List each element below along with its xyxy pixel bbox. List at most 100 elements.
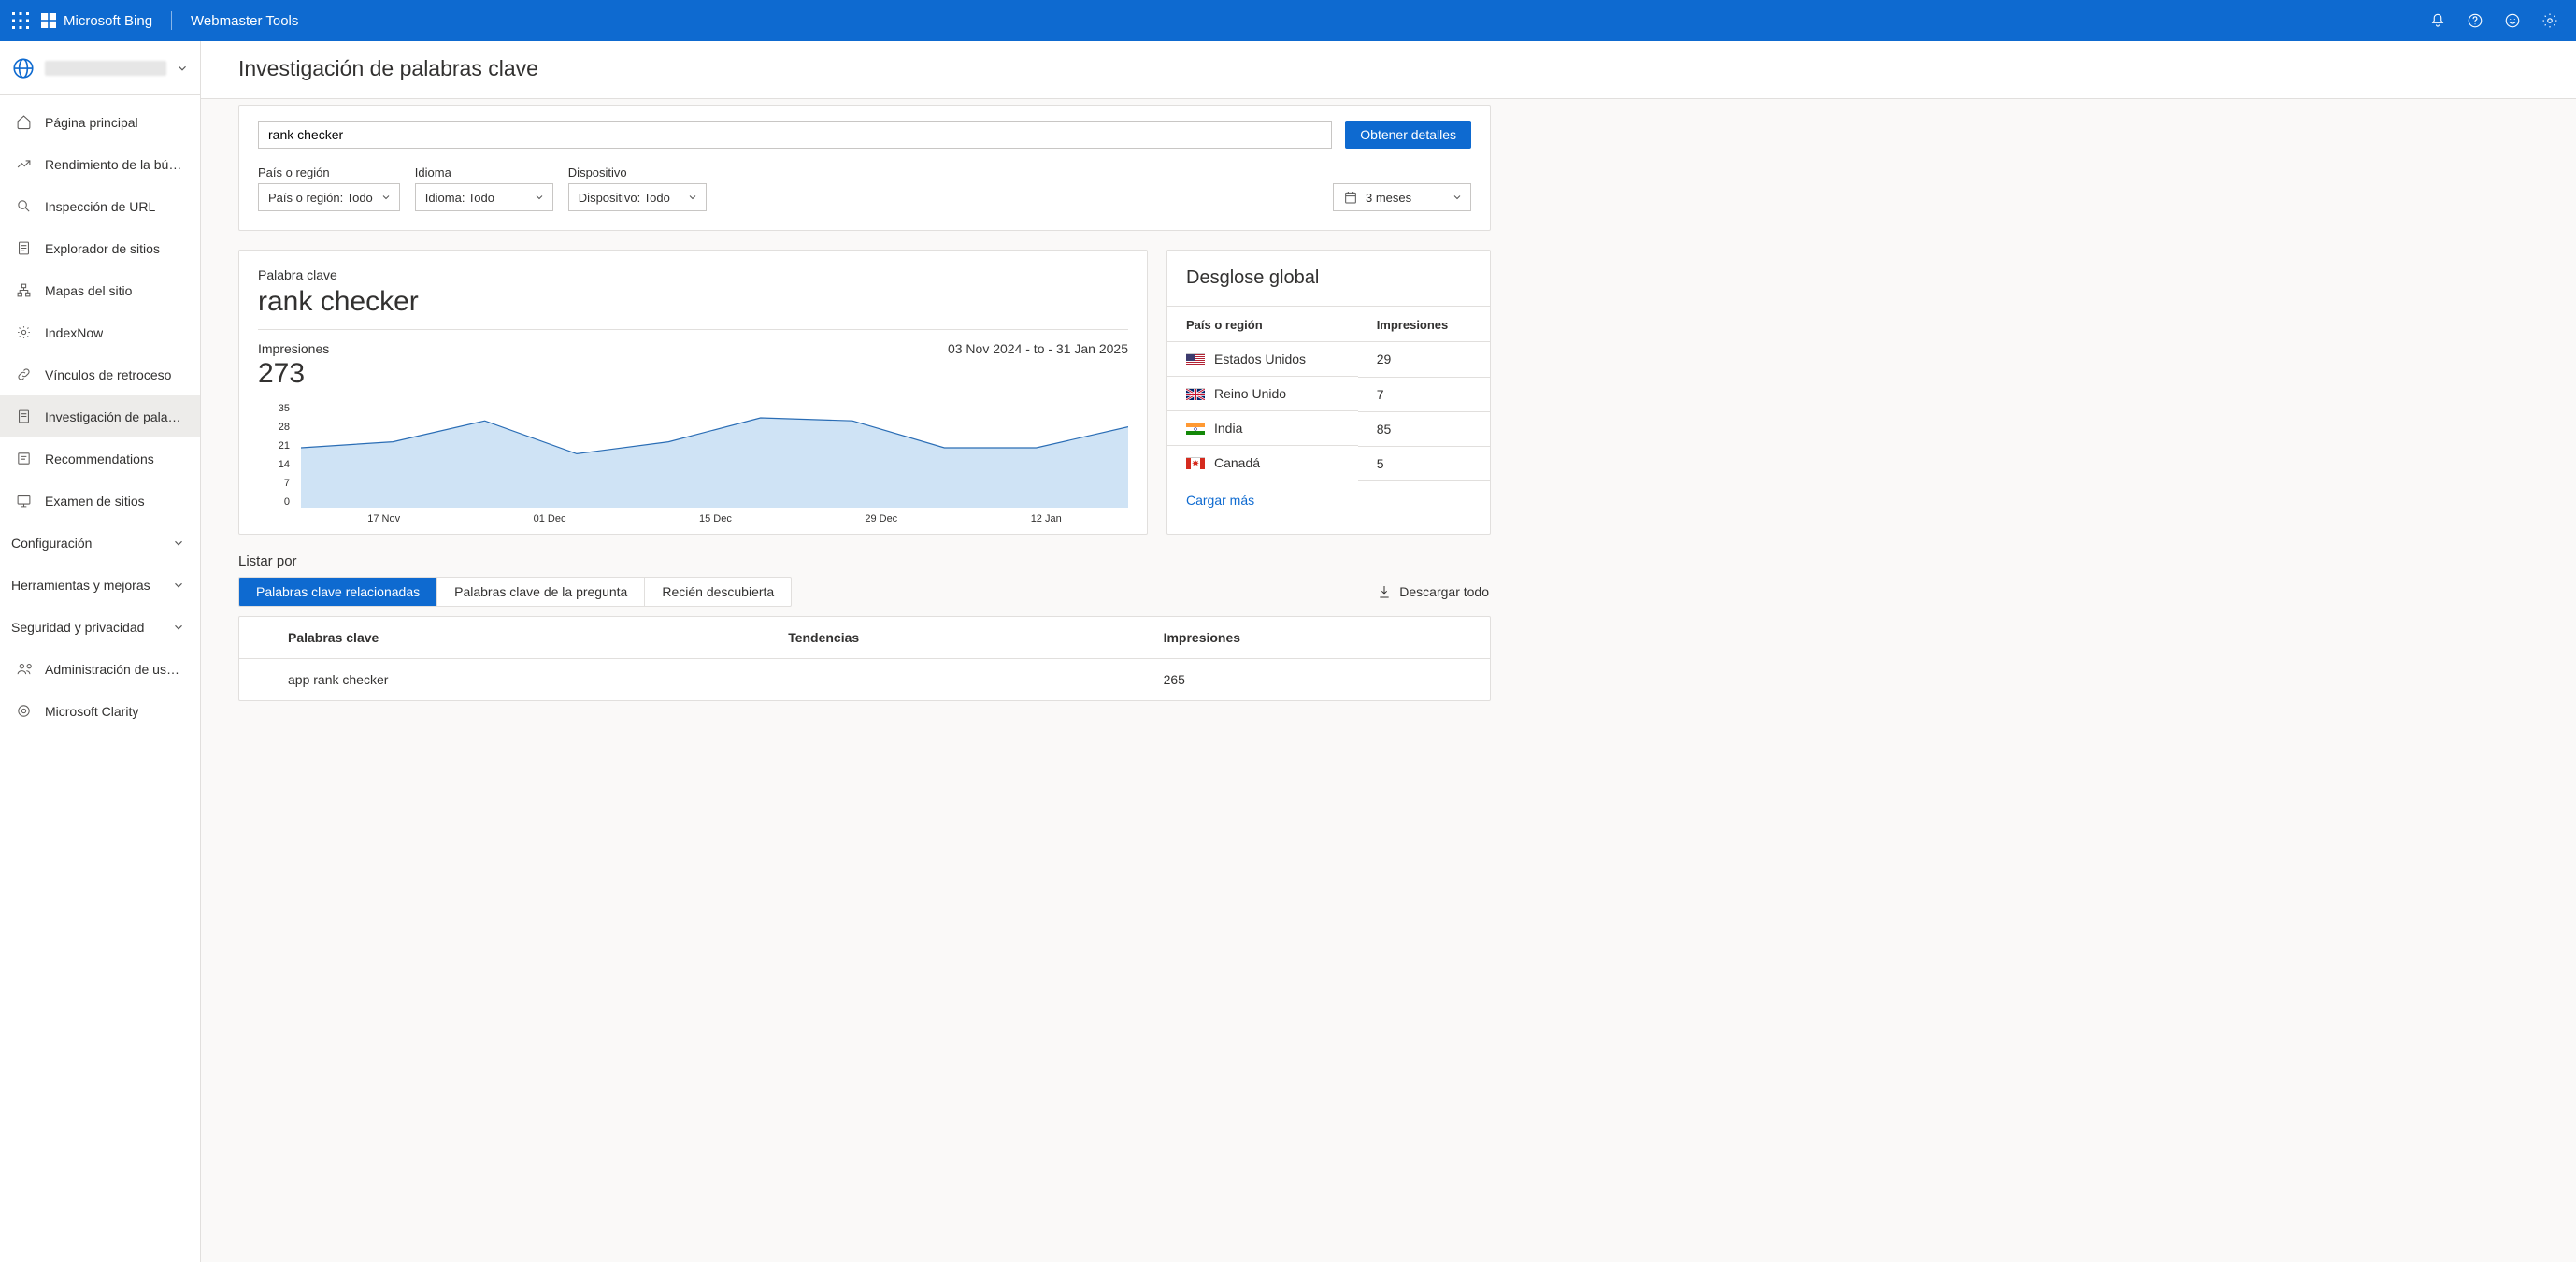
nav-indexnow[interactable]: IndexNow — [0, 311, 200, 353]
country-filter-label: País o región — [258, 165, 400, 179]
global-row[interactable]: Reino Unido 7 — [1167, 377, 1490, 411]
brand-text-1: Microsoft Bing — [64, 13, 152, 29]
users-icon — [15, 661, 32, 678]
country-filter[interactable]: País o región: Todo — [258, 183, 400, 211]
nav-section-tools[interactable]: Herramientas y mejoras — [0, 564, 200, 606]
keyword-row[interactable]: app rank checker265 — [239, 659, 1490, 701]
kw-col-header: Palabras clave — [239, 617, 739, 659]
nav-site-explorer[interactable]: Explorador de sitios — [0, 227, 200, 269]
brand-text-2: Webmaster Tools — [191, 13, 298, 29]
device-filter-label: Dispositivo — [568, 165, 707, 179]
nav-section-security[interactable]: Seguridad y privacidad — [0, 606, 200, 648]
chevron-down-icon — [172, 579, 185, 592]
nav-url-inspection[interactable]: Inspección de URL — [0, 185, 200, 227]
sidebar: Página principal Rendimiento de la búsqu… — [0, 41, 201, 1262]
help-button[interactable] — [2456, 0, 2494, 41]
country-impressions: 29 — [1358, 342, 1490, 378]
notifications-button[interactable] — [2419, 0, 2456, 41]
tab-question[interactable]: Palabras clave de la pregunta — [437, 578, 645, 606]
nav-label: Investigación de palabras … — [45, 409, 185, 424]
microsoft-logo-icon — [41, 13, 56, 28]
nav-label: Examen de sitios — [45, 494, 145, 509]
list-by-label: Listar por — [238, 553, 297, 569]
country-name: India — [1214, 421, 1242, 436]
global-impr-header: Impresiones — [1358, 307, 1490, 342]
country-impressions: 7 — [1358, 377, 1490, 411]
settings-button[interactable] — [2531, 0, 2569, 41]
gear-icon — [2541, 12, 2558, 29]
nav-section-label: Configuración — [11, 536, 92, 551]
site-url-redacted — [45, 61, 166, 76]
keyword-list-card: Palabras clave Tendencias Impresiones ap… — [238, 616, 1491, 701]
global-title: Desglose global — [1167, 251, 1490, 307]
chevron-down-icon — [380, 192, 392, 203]
trending-up-icon — [15, 156, 32, 173]
keyword-input[interactable] — [258, 121, 1332, 149]
nav-backlinks[interactable]: Vínculos de retroceso — [0, 353, 200, 395]
bell-icon — [2429, 12, 2446, 29]
download-all-button[interactable]: Descargar todo — [1377, 584, 1489, 599]
keyword-label: Palabra clave — [258, 267, 1128, 282]
feedback-button[interactable] — [2494, 0, 2531, 41]
list-tabs: Palabras clave relacionadas Palabras cla… — [238, 577, 792, 607]
trend-cell — [739, 659, 1114, 701]
flag-icon — [1186, 423, 1205, 434]
monitor-icon — [15, 493, 32, 509]
global-breakdown-card: Desglose global País o región Impresione… — [1166, 250, 1491, 535]
calendar-icon — [1343, 190, 1358, 205]
nav-label: Administración de usuarios — [45, 662, 185, 677]
page-header: Investigación de palabras clave — [201, 41, 2576, 99]
nav-sitemaps[interactable]: Mapas del sitio — [0, 269, 200, 311]
country-name: Reino Unido — [1214, 386, 1286, 401]
chevron-down-icon — [176, 62, 189, 75]
download-icon — [1377, 584, 1392, 599]
impressions-chart: 3528211470 17 Nov01 Dec15 Dec29 Dec12 Ja… — [258, 403, 1128, 524]
impr-col-header: Impresiones — [1115, 617, 1490, 659]
nav-site-scan[interactable]: Examen de sitios — [0, 480, 200, 522]
language-filter[interactable]: Idioma: Todo — [415, 183, 553, 211]
get-details-button[interactable]: Obtener detalles — [1345, 121, 1471, 149]
nav-section-config[interactable]: Configuración — [0, 522, 200, 564]
nav-label: Inspección de URL — [45, 199, 155, 214]
clarity-icon — [15, 703, 32, 720]
impressions-label: Impresiones — [258, 341, 329, 356]
nav-user-admin[interactable]: Administración de usuarios — [0, 648, 200, 690]
page-title: Investigación de palabras clave — [238, 56, 2576, 81]
nav-label: Microsoft Clarity — [45, 704, 138, 719]
sitemap-icon — [15, 282, 32, 299]
nav-clarity[interactable]: Microsoft Clarity — [0, 690, 200, 732]
app-launcher[interactable] — [0, 0, 41, 41]
nav-home[interactable]: Página principal — [0, 101, 200, 143]
gear-outline-icon — [15, 324, 32, 341]
nav-label: Recommendations — [45, 452, 154, 466]
waffle-icon — [12, 12, 29, 29]
site-picker[interactable] — [0, 41, 200, 95]
device-filter[interactable]: Dispositivo: Todo — [568, 183, 707, 211]
chevron-down-icon — [534, 192, 545, 203]
country-impressions: 85 — [1358, 411, 1490, 446]
nav-label: IndexNow — [45, 325, 103, 340]
search-icon — [15, 198, 32, 215]
global-row[interactable]: India 85 — [1167, 411, 1490, 446]
top-bar: Microsoft Bing Webmaster Tools — [0, 0, 2576, 41]
date-range-filter[interactable]: 3 meses — [1333, 183, 1471, 211]
nav-label: Rendimiento de la búsque… — [45, 157, 185, 172]
flag-icon — [1186, 457, 1205, 468]
nav-keyword-research[interactable]: Investigación de palabras … — [0, 395, 200, 437]
country-name: Estados Unidos — [1214, 351, 1306, 366]
global-row[interactable]: Estados Unidos 29 — [1167, 342, 1490, 378]
global-country-header: País o región — [1167, 307, 1358, 342]
language-filter-label: Idioma — [415, 165, 553, 179]
document-icon — [15, 240, 32, 257]
tab-related[interactable]: Palabras clave relacionadas — [239, 578, 437, 606]
date-range-text: 03 Nov 2024 - to - 31 Jan 2025 — [948, 341, 1128, 356]
question-icon — [2467, 12, 2483, 29]
global-row[interactable]: Canadá5 — [1167, 446, 1490, 480]
nav-search-performance[interactable]: Rendimiento de la búsque… — [0, 143, 200, 185]
chevron-down-icon — [172, 537, 185, 550]
nav-label: Mapas del sitio — [45, 283, 132, 298]
smiley-icon — [2504, 12, 2521, 29]
tab-new[interactable]: Recién descubierta — [645, 578, 791, 606]
nav-recommendations[interactable]: Recommendations — [0, 437, 200, 480]
load-more-link[interactable]: Cargar más — [1186, 493, 1254, 508]
